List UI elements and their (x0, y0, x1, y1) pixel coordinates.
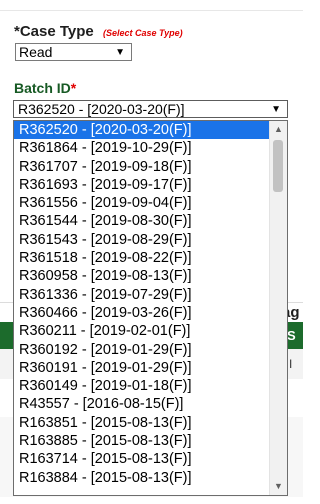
scrollbar-thumb[interactable] (273, 140, 283, 192)
batch-id-selected-value: R362520 - [2020-03-20(F)] (18, 101, 185, 117)
dropdown-option[interactable]: R362520 - [2020-03-20(F)] (14, 121, 270, 140)
dropdown-option[interactable]: R360192 - [2019-01-29(F)] (14, 341, 270, 359)
dropdown-scrollbar[interactable]: ▲ ▼ (269, 121, 287, 495)
batch-id-dropdown-list[interactable]: R362520 - [2020-03-20(F)] R361864 - [2019… (13, 120, 288, 496)
scroll-down-icon[interactable]: ▼ (270, 478, 287, 495)
dropdown-option[interactable]: R360211 - [2019-02-01(F)] (14, 322, 270, 340)
scroll-up-icon[interactable]: ▲ (270, 121, 287, 138)
dropdown-option[interactable]: R361707 - [2019-09-18(F)] (14, 158, 270, 176)
dropdown-option[interactable]: R361864 - [2019-10-29(F)] (14, 139, 270, 157)
dropdown-option[interactable]: R361556 - [2019-09-04(F)] (14, 194, 270, 212)
dropdown-option[interactable]: R361336 - [2019-07-29(F)] (14, 286, 270, 304)
case-type-selected-value: Read (19, 44, 53, 60)
dropdown-option[interactable]: R360149 - [2019-01-18(F)] (14, 377, 270, 395)
top-border (0, 0, 303, 11)
table-header-fragment: S (287, 328, 296, 343)
chevron-down-icon: ▼ (271, 104, 281, 115)
batch-id-select[interactable]: R362520 - [2020-03-20(F)] ▼ (13, 100, 288, 118)
dropdown-option[interactable]: R361693 - [2019-09-17(F)] (14, 176, 270, 194)
batch-id-label: Batch ID* (14, 80, 76, 96)
dropdown-option[interactable]: R361544 - [2019-08-30(F)] (14, 212, 270, 230)
dropdown-options: R362520 - [2020-03-20(F)] R361864 - [2019… (14, 121, 270, 487)
dropdown-option[interactable]: R360958 - [2019-08-13(F)] (14, 267, 270, 285)
dropdown-option[interactable]: R163851 - [2015-08-13(F)] (14, 414, 270, 432)
dropdown-option[interactable]: R163714 - [2015-08-13(F)] (14, 450, 270, 468)
case-type-label: *Case Type (Select Case Type) (14, 23, 183, 40)
dropdown-option[interactable]: R360191 - [2019-01-29(F)] (14, 359, 270, 377)
dropdown-option[interactable]: R360466 - [2019-03-26(F)] (14, 304, 270, 322)
dropdown-option[interactable]: R163884 - [2015-08-13(F)] (14, 469, 270, 487)
dropdown-option[interactable]: R43557 - [2016-08-15(F)] (14, 395, 270, 413)
dropdown-option[interactable]: R163885 - [2015-08-13(F)] (14, 432, 270, 450)
dropdown-option[interactable]: R361543 - [2019-08-29(F)] (14, 231, 270, 249)
batch-id-label-text: Batch ID (14, 80, 71, 96)
case-type-label-text: Case Type (19, 23, 94, 40)
case-type-hint: (Select Case Type) (102, 28, 183, 38)
table-cell-fragment: I (289, 357, 293, 371)
chevron-down-icon: ▼ (115, 47, 125, 58)
batch-id-required-mark: * (70, 80, 77, 96)
dropdown-option[interactable]: R361518 - [2019-08-22(F)] (14, 249, 270, 267)
case-type-select[interactable]: Read ▼ (15, 43, 132, 61)
